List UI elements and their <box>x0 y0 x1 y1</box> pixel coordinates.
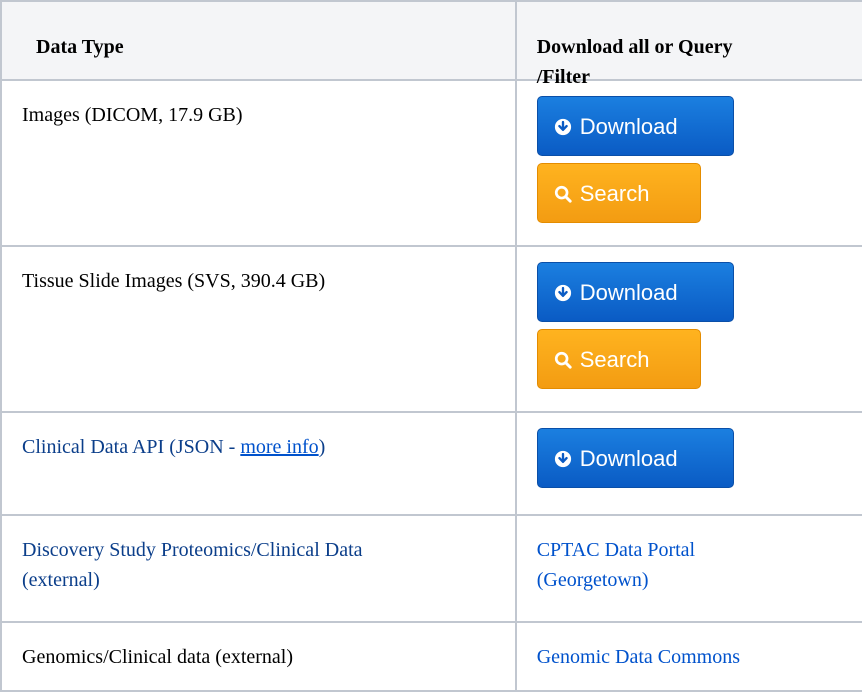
download-button-label: Download <box>579 114 678 139</box>
search-button[interactable]: Search <box>536 329 701 389</box>
genomic-data-commons-link[interactable]: Genomic Data Commons <box>537 646 740 668</box>
download-button-label: Download <box>579 280 678 305</box>
cptac-portal-link-line1: CPTAC Data Portal <box>536 539 696 561</box>
row-actions-cell: Download Search <box>514 245 862 413</box>
header-data-type-label: Data Type <box>36 36 124 58</box>
download-button-label: Download <box>579 446 678 471</box>
row-link-cell: Genomic Data Commons <box>514 621 862 692</box>
row-link-cell: CPTAC Data Portal (Georgetown) <box>514 514 862 623</box>
header-download-label: Download all or Query /Filter <box>517 2 862 88</box>
more-info-link[interactable]: more info <box>240 436 318 458</box>
header-download-line1: Download all or Query <box>536 36 733 58</box>
search-button-label: Search <box>579 181 650 206</box>
cptac-portal-link-line2: (Georgetown) <box>536 569 649 591</box>
download-icon <box>554 284 571 302</box>
download-button[interactable]: Download <box>536 428 734 488</box>
table-row: Clinical Data API (JSON - more info) Dow… <box>0 411 862 516</box>
row-label-prefix: Clinical Data API (JSON - <box>22 436 241 458</box>
row-label-cell: Images (DICOM, 17.9 GB) <box>0 79 517 247</box>
row-label: Genomics/Clinical data (external) <box>22 646 294 668</box>
search-icon <box>554 351 572 369</box>
row-label-cell: Clinical Data API (JSON - more info) <box>0 411 517 516</box>
data-access-table: Data Type Download all or Query /Filter … <box>0 0 862 692</box>
row-label-cell: Genomics/Clinical data (external) <box>0 621 517 692</box>
row-label: Clinical Data API (JSON - more info) <box>2 413 515 462</box>
cptac-portal-link[interactable]: CPTAC Data Portal (Georgetown) <box>537 539 695 591</box>
row-label-cell: Discovery Study Proteomics/Clinical Data… <box>0 514 517 623</box>
table-row: Discovery Study Proteomics/Clinical Data… <box>0 514 862 623</box>
row-label-line2: (external) <box>22 569 100 591</box>
header-data-type: Data Type <box>0 0 517 81</box>
download-icon <box>554 450 571 468</box>
table-row: Genomics/Clinical data (external) Genomi… <box>0 621 862 692</box>
download-icon <box>554 118 571 136</box>
row-actions-cell: Download Search <box>514 79 862 247</box>
header-download: Download all or Query /Filter <box>514 0 862 88</box>
row-label: Discovery Study Proteomics/Clinical Data… <box>2 516 515 595</box>
header-download-line2: /Filter <box>536 66 591 88</box>
search-button[interactable]: Search <box>536 163 701 223</box>
row-label-line1: Discovery Study Proteomics/Clinical Data <box>22 539 363 561</box>
download-button[interactable]: Download <box>536 262 734 322</box>
table-header-row: Data Type Download all or Query /Filter <box>0 0 862 88</box>
row-label-suffix: ) <box>318 436 326 458</box>
row-label: Images (DICOM, 17.9 GB) <box>22 104 243 126</box>
table-row: Images (DICOM, 17.9 GB) Download Search <box>0 79 862 247</box>
data-access-table-container: Data Type Download all or Query /Filter … <box>0 0 862 692</box>
download-button[interactable]: Download <box>536 96 734 156</box>
table-row: Tissue Slide Images (SVS, 390.4 GB) Down… <box>0 245 862 413</box>
row-label-cell: Tissue Slide Images (SVS, 390.4 GB) <box>0 245 517 413</box>
search-icon <box>554 185 572 203</box>
row-actions-cell: Download <box>514 411 862 516</box>
search-button-label: Search <box>579 347 650 372</box>
row-label: Tissue Slide Images (SVS, 390.4 GB) <box>22 270 326 292</box>
